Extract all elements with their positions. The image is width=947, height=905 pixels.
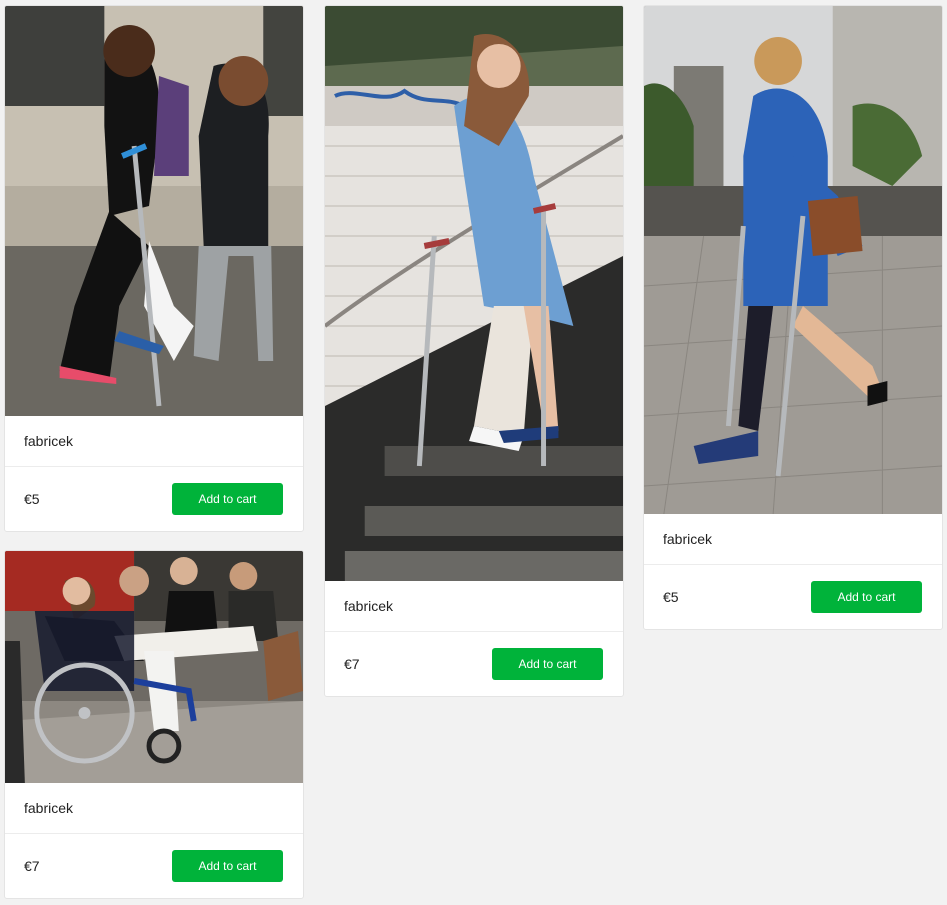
- product-footer: €7 Add to cart: [325, 632, 623, 696]
- product-author[interactable]: fabricek: [5, 416, 303, 467]
- product-price: €5: [663, 589, 679, 605]
- product-photo[interactable]: [5, 6, 303, 416]
- photo-crutch-woman-stairs: [325, 6, 623, 581]
- product-footer: €5 Add to cart: [5, 467, 303, 531]
- product-photo[interactable]: [325, 6, 623, 581]
- product-author[interactable]: fabricek: [644, 514, 942, 565]
- product-card: fabricek €5 Add to cart: [643, 5, 943, 630]
- product-price: €7: [24, 858, 40, 874]
- product-footer: €5 Add to cart: [644, 565, 942, 629]
- photo-wheelchair-cafe: [5, 551, 303, 783]
- product-photo[interactable]: [5, 551, 303, 783]
- add-to-cart-button[interactable]: Add to cart: [172, 850, 283, 882]
- product-card: fabricek €5 Add to cart: [4, 5, 304, 532]
- add-to-cart-button[interactable]: Add to cart: [492, 648, 603, 680]
- product-price: €7: [344, 656, 360, 672]
- product-author[interactable]: fabricek: [5, 783, 303, 834]
- product-author[interactable]: fabricek: [325, 581, 623, 632]
- add-to-cart-button[interactable]: Add to cart: [172, 483, 283, 515]
- photo-crutch-woman-sidewalk: [644, 6, 942, 514]
- photo-crutch-girl-street: [5, 6, 303, 416]
- product-photo[interactable]: [644, 6, 942, 514]
- product-footer: €7 Add to cart: [5, 834, 303, 898]
- product-card: fabricek €7 Add to cart: [4, 550, 304, 899]
- product-price: €5: [24, 491, 40, 507]
- product-card: fabricek €7 Add to cart: [324, 5, 624, 697]
- add-to-cart-button[interactable]: Add to cart: [811, 581, 922, 613]
